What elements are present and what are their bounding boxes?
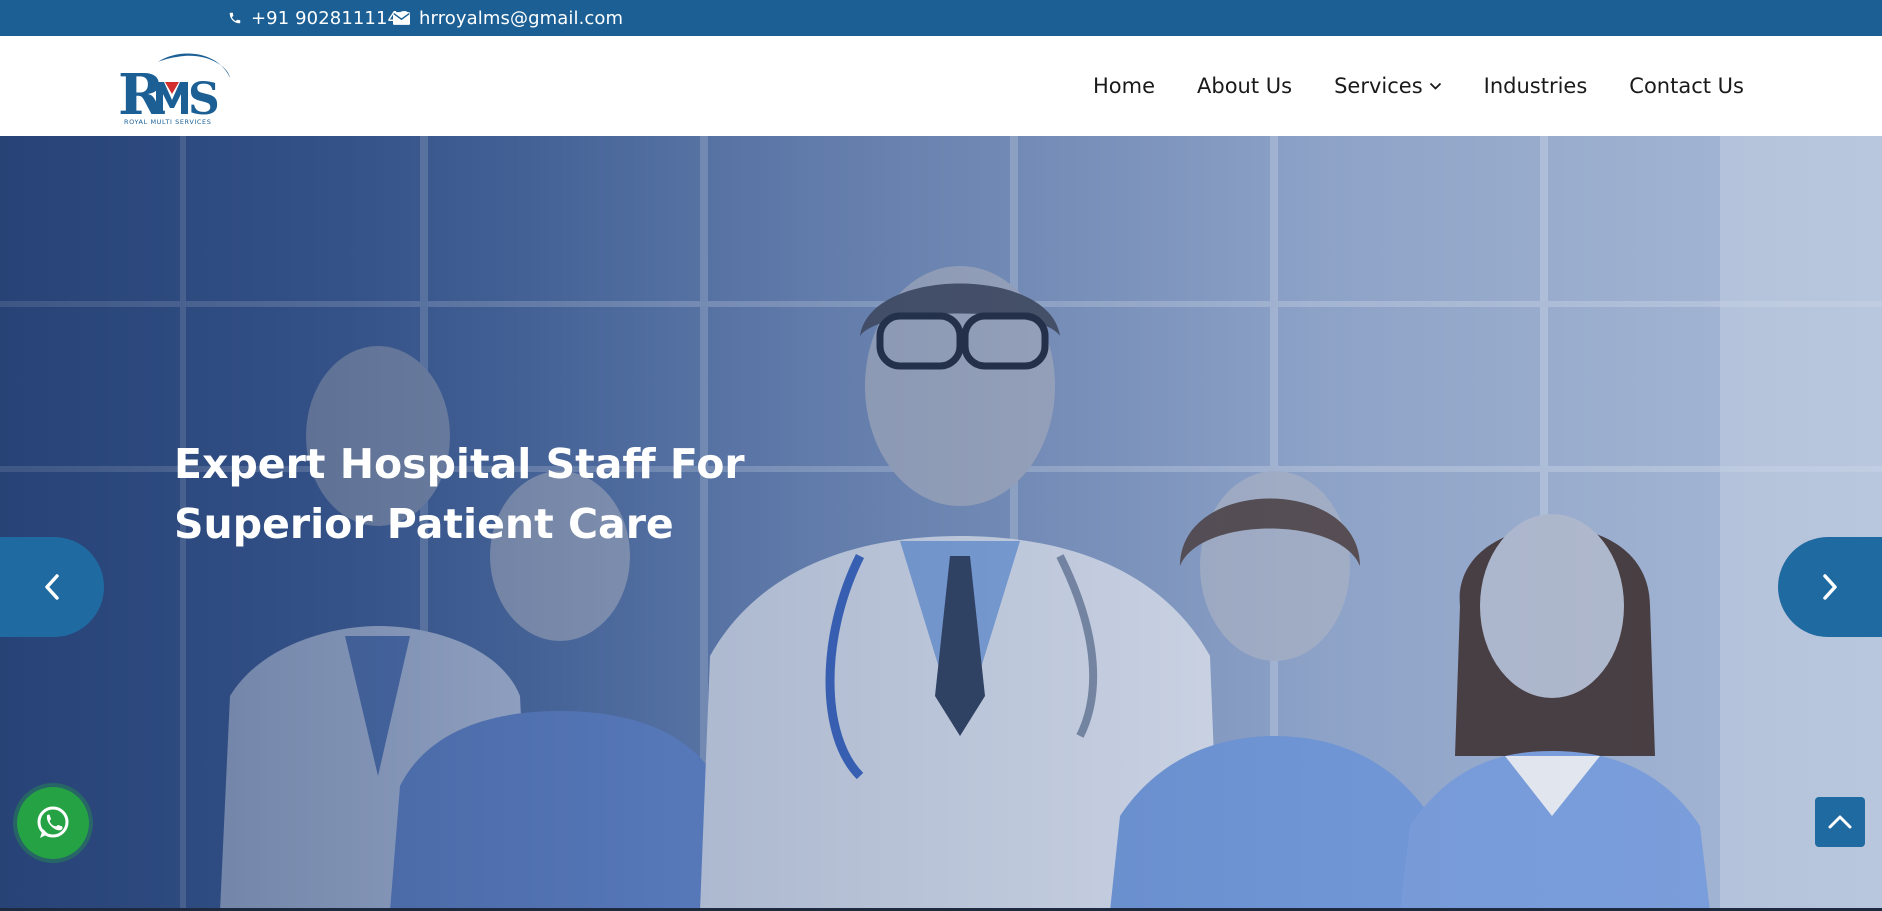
- nav-label-about-us: About Us: [1197, 74, 1293, 98]
- nav-label-services: Services: [1334, 74, 1423, 98]
- email-contact[interactable]: hrroyalms@gmail.com: [393, 0, 623, 36]
- top-contact-bar: +91 9028111142 hrroyalms@gmail.com: [0, 0, 1882, 36]
- hero-title: Expert Hospital Staff For Superior Patie…: [174, 440, 745, 548]
- nav-item-about-us[interactable]: About Us: [1197, 74, 1292, 98]
- whatsapp-icon: [37, 806, 69, 838]
- envelope-icon: [393, 11, 410, 25]
- nav-item-home[interactable]: Home: [1093, 74, 1155, 98]
- email-address: hrroyalms@gmail.com: [419, 7, 624, 29]
- nav-label-contact-us: Contact Us: [1629, 74, 1744, 98]
- main-navigation: Home About Us Services Industries Contac…: [1093, 36, 1744, 136]
- chevron-right-icon: [1823, 574, 1837, 600]
- nav-item-contact-us[interactable]: Contact Us: [1629, 74, 1744, 98]
- hero-slider: Expert Hospital Staff For Superior Patie…: [0, 136, 1882, 911]
- phone-contact[interactable]: +91 9028111142: [228, 0, 411, 36]
- phone-number: +91 9028111142: [251, 7, 411, 29]
- back-to-top-button[interactable]: [1815, 797, 1865, 847]
- svg-text:ROYAL MULTI SERVICES: ROYAL MULTI SERVICES: [124, 118, 211, 126]
- nav-label-industries: Industries: [1483, 74, 1588, 98]
- chevron-left-icon: [45, 574, 59, 600]
- site-header: R S ROYAL MULTI SERVICES Home About Us S…: [0, 36, 1882, 136]
- site-logo[interactable]: R S ROYAL MULTI SERVICES: [118, 48, 234, 128]
- slider-prev-button[interactable]: [0, 537, 104, 637]
- chevron-down-icon: [1429, 82, 1441, 90]
- slider-next-button[interactable]: [1778, 537, 1882, 637]
- nav-item-services[interactable]: Services: [1334, 74, 1442, 98]
- phone-icon: [229, 12, 241, 24]
- rms-logo-mark: R S ROYAL MULTI SERVICES: [118, 53, 230, 128]
- chevron-up-icon: [1828, 815, 1852, 829]
- whatsapp-button[interactable]: [17, 787, 89, 859]
- nav-label-home: Home: [1092, 74, 1155, 98]
- nav-item-industries[interactable]: Industries: [1484, 74, 1588, 98]
